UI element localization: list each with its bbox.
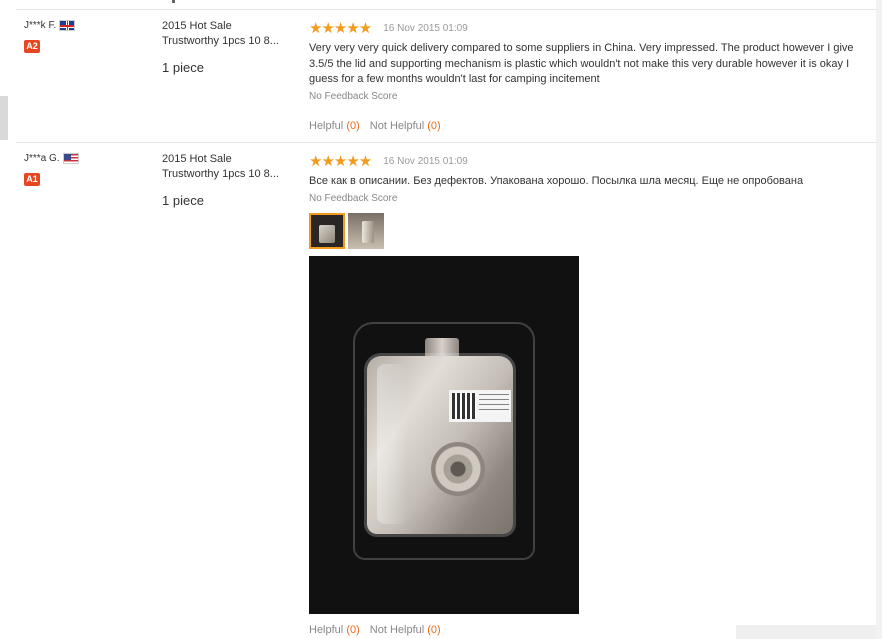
- buyer-level-badge: A2: [24, 40, 40, 53]
- buyer-info: J***a G. A1: [24, 152, 144, 186]
- product-title-line1: 2015 Hot Sale: [162, 20, 232, 32]
- star-rating-icon: ★★★★★: [309, 20, 372, 37]
- not-helpful-label[interactable]: Not Helpful: [370, 624, 424, 636]
- review-content: ★★★★★ 16 Nov 2015 01:09 Все как в описани…: [309, 154, 872, 614]
- review-item: J***a G. A1 2015 Hot Sale Trustworthy 1p…: [16, 143, 876, 639]
- product-info: 2015 Hot Sale Trustworthy 1pcs 10 8... 1…: [162, 152, 297, 208]
- not-helpful-button[interactable]: Not Helpful (0): [370, 120, 441, 132]
- not-helpful-count: (0): [427, 120, 441, 132]
- buyer-name[interactable]: J***k F.: [24, 20, 56, 31]
- product-title-line2: Trustworthy 1pcs 10 8...: [162, 168, 279, 180]
- review-date: 16 Nov 2015 01:09: [383, 156, 468, 167]
- feedback-score: No Feedback Score: [309, 192, 398, 204]
- photo-thumbnail[interactable]: [309, 212, 345, 249]
- buyer-level-badge: A1: [24, 173, 40, 186]
- review-text: Все как в описании. Без дефектов. Упаков…: [309, 175, 804, 187]
- us-flag-icon: [62, 152, 79, 164]
- review-photo[interactable]: [309, 255, 579, 614]
- page-scrollbar[interactable]: [0, 96, 8, 140]
- right-edge: [876, 0, 882, 639]
- qr-code-icon: [452, 392, 476, 419]
- not-helpful-count: (0): [427, 624, 441, 636]
- clipped-mark: [172, 0, 175, 3]
- review-text: Very very very quick delivery compared t…: [309, 42, 854, 85]
- helpful-count: (0): [346, 624, 360, 636]
- pagination-edge: [736, 625, 876, 639]
- helpful-bar: Helpful (0) Not Helpful (0): [309, 120, 441, 132]
- buyer-info: J***k F. A2: [24, 19, 144, 53]
- helpful-label[interactable]: Helpful: [309, 120, 343, 132]
- helpful-bar: Helpful (0) Not Helpful (0): [309, 624, 441, 636]
- quantity: 1 piece: [162, 193, 204, 208]
- review-content: ★★★★★ 16 Nov 2015 01:09 Very very very qu…: [309, 21, 872, 102]
- quantity: 1 piece: [162, 60, 204, 75]
- uk-flag-icon: [59, 19, 76, 31]
- product-title-line2: Trustworthy 1pcs 10 8...: [162, 35, 279, 47]
- helpful-label[interactable]: Helpful: [309, 624, 343, 636]
- photo-thumbnail[interactable]: [348, 212, 384, 249]
- photo-thumbnails: [309, 212, 872, 249]
- product-title-line1: 2015 Hot Sale: [162, 153, 232, 165]
- review-date: 16 Nov 2015 01:09: [383, 23, 468, 34]
- funnel: [431, 441, 485, 496]
- flask-shine: [377, 363, 407, 524]
- product-info: 2015 Hot Sale Trustworthy 1pcs 10 8... 1…: [162, 19, 297, 75]
- helpful-button[interactable]: Helpful (0): [309, 624, 360, 636]
- label-print: [479, 393, 509, 414]
- helpful-count: (0): [346, 120, 360, 132]
- not-helpful-button[interactable]: Not Helpful (0): [370, 624, 441, 636]
- star-rating-icon: ★★★★★: [309, 153, 372, 170]
- not-helpful-label[interactable]: Not Helpful: [370, 120, 424, 132]
- buyer-name[interactable]: J***a G.: [24, 153, 60, 164]
- helpful-button[interactable]: Helpful (0): [309, 120, 360, 132]
- feedback-score: No Feedback Score: [309, 90, 398, 102]
- review-item: J***k F. A2 2015 Hot Sale Trustworthy 1p…: [16, 10, 876, 142]
